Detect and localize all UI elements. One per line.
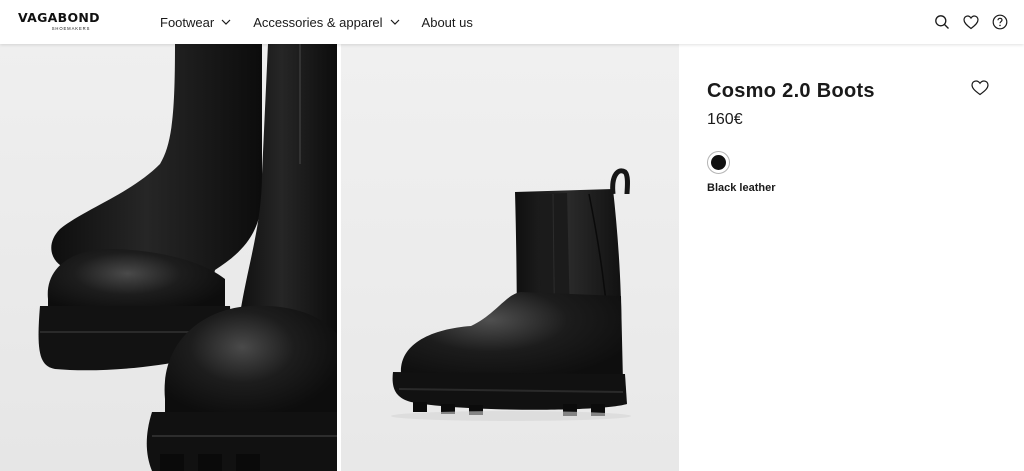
product-title: Cosmo 2.0 Boots	[707, 80, 875, 102]
brand-tagline: SHOEMAKERS	[51, 26, 91, 31]
product-info: Cosmo 2.0 Boots 160€ Black leather	[679, 44, 1024, 471]
boots-closeup-icon	[0, 44, 337, 471]
selected-color-name: Black leather	[707, 182, 776, 194]
product-gallery	[0, 44, 679, 471]
nav-item-footwear[interactable]: Footwear	[160, 0, 231, 44]
heart-icon[interactable]	[962, 13, 980, 31]
heart-icon	[971, 80, 989, 96]
add-to-wishlist-button[interactable]	[971, 80, 991, 98]
brand-name: VAGABOND	[18, 10, 100, 25]
nav-item-accessories[interactable]: Accessories & apparel	[253, 0, 399, 44]
chevron-down-icon	[390, 17, 400, 27]
chevron-down-icon	[221, 17, 231, 27]
product-image-side[interactable]	[341, 44, 679, 471]
header-actions	[922, 13, 1009, 31]
swatch-color-dot	[711, 155, 726, 170]
product-price: 160€	[707, 111, 743, 128]
product-image-closeup[interactable]	[0, 44, 337, 471]
site-header: VAGABOND SHOEMAKERS Footwear Accessories…	[0, 0, 1024, 44]
nav-item-label: Footwear	[160, 14, 215, 30]
color-swatch-black[interactable]	[707, 151, 730, 174]
nav-item-label: Accessories & apparel	[253, 14, 383, 30]
nav-item-about[interactable]: About us	[422, 0, 473, 44]
brand-logo[interactable]: VAGABOND SHOEMAKERS	[18, 11, 128, 33]
nav-item-label: About us	[421, 14, 473, 30]
search-icon[interactable]	[933, 13, 951, 31]
help-icon[interactable]	[991, 13, 1009, 31]
main-nav: Footwear Accessories & apparel About us	[160, 0, 495, 44]
boot-side-view-icon	[341, 44, 679, 471]
